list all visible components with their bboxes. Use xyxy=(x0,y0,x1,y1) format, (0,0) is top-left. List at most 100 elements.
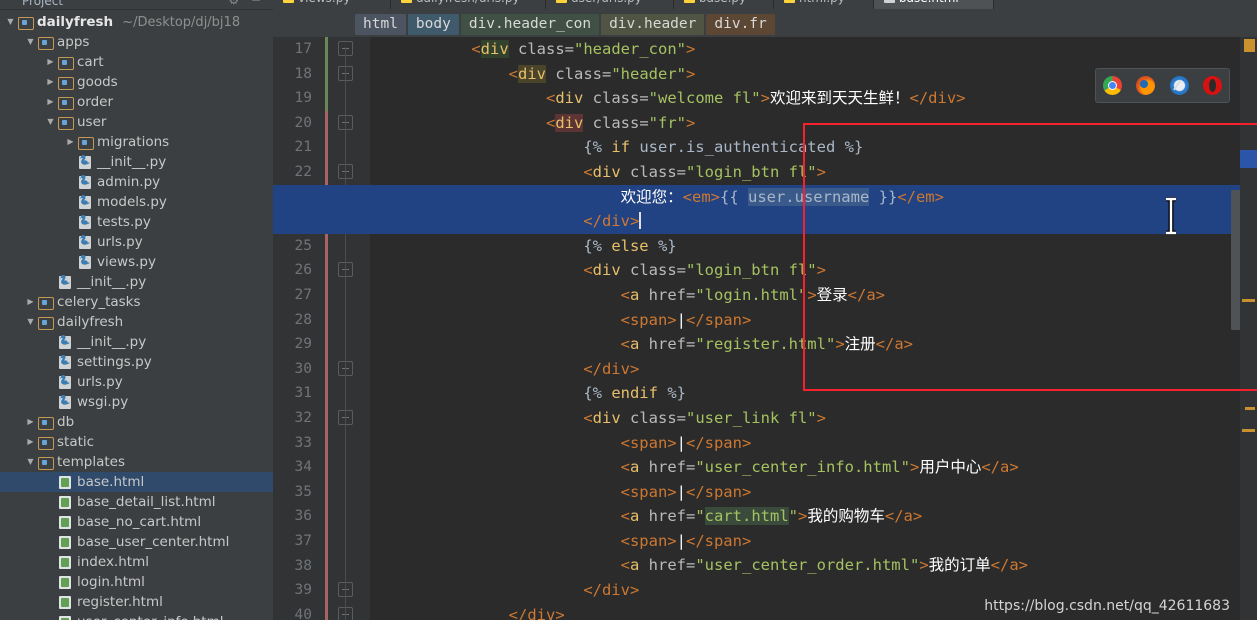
tree-item-cart[interactable]: ▶ cart xyxy=(0,52,273,72)
tree-item-wsgi-py[interactable]: wsgi.py xyxy=(0,392,273,412)
breadcrumb-item-body[interactable]: body xyxy=(407,14,459,35)
tree-item-celery-tasks[interactable]: ▶ celery_tasks xyxy=(0,292,273,312)
tree-item-order[interactable]: ▶ order xyxy=(0,92,273,112)
code-token: div xyxy=(555,113,584,132)
tree-item-dailyfresh[interactable]: ▼ dailyfresh xyxy=(0,312,273,332)
code-line-37[interactable]: <span>|</span> xyxy=(370,529,1257,554)
marker-gutter[interactable] xyxy=(1240,37,1257,620)
code-editor[interactable]: 1718192021222324252627282930313233343536… xyxy=(273,37,1257,620)
code-line-36[interactable]: <a href="cart.html">我的购物车</a> xyxy=(370,504,1257,529)
chevron-right-icon[interactable]: ▶ xyxy=(64,132,77,152)
chevron-down-icon[interactable]: ▼ xyxy=(24,312,37,332)
tree-item-admin-py[interactable]: admin.py xyxy=(0,172,273,192)
code-line-31[interactable]: {% endif %} xyxy=(370,381,1257,406)
breadcrumb[interactable]: html body div.header_con div.header div.fr xyxy=(273,10,1257,37)
tree-item-db[interactable]: ▶ db xyxy=(0,412,273,432)
tree-item-settings-py[interactable]: settings.py xyxy=(0,352,273,372)
chevron-right-icon[interactable]: ▶ xyxy=(24,292,37,312)
code-line-34[interactable]: <a href="user_center_info.html">用户中心</a> xyxy=(370,455,1257,480)
chevron-right-icon[interactable]: ▶ xyxy=(44,92,57,112)
tree-item-dailyfresh[interactable]: ▼ dailyfresh ~/Desktop/dj/bj18 xyxy=(0,12,273,32)
project-panel-toolbar-icons[interactable]: ⚙ − xyxy=(228,0,265,7)
tree-item-base-html[interactable]: base.html xyxy=(0,472,273,492)
chevron-right-icon[interactable]: ▶ xyxy=(44,52,57,72)
editor-tab-label: base.py xyxy=(699,0,746,5)
tree-item--init-py[interactable]: __init__.py xyxy=(0,332,273,352)
tree-item-templates[interactable]: ▼ templates xyxy=(0,452,273,472)
tree-item-label: base.html xyxy=(77,474,145,490)
chrome-icon[interactable] xyxy=(1103,76,1123,95)
chevron-down-icon[interactable]: ▼ xyxy=(24,32,37,52)
breadcrumb-item-div-header[interactable]: div.header xyxy=(601,14,705,35)
code-line-17[interactable]: <div class="header_con"> xyxy=(370,37,1257,62)
tree-item-urls-py[interactable]: urls.py xyxy=(0,232,273,252)
chevron-right-icon[interactable]: ▶ xyxy=(24,412,37,432)
code-line-26[interactable]: <div class="login_btn fl"> xyxy=(370,258,1257,283)
editor-tab-strip[interactable]: views.py dailyfresh/urls.py user/urls.py ba… xyxy=(273,0,1257,10)
code-line-33[interactable]: <span>|</span> xyxy=(370,431,1257,456)
breadcrumb-item-html[interactable]: html xyxy=(355,14,406,35)
editor-tab-label: dailyfresh/urls.py xyxy=(416,0,520,5)
safari-icon[interactable] xyxy=(1169,76,1189,95)
chevron-down-icon[interactable]: ▼ xyxy=(24,452,37,472)
tree-item-base-user-center-html[interactable]: base_user_center.html xyxy=(0,532,273,552)
code-line-35[interactable]: <span>|</span> xyxy=(370,480,1257,505)
tree-item-user[interactable]: ▼ user xyxy=(0,112,273,132)
chevron-right-icon[interactable]: ▶ xyxy=(24,432,37,452)
tree-item--init-py[interactable]: __init__.py xyxy=(0,272,273,292)
tree-item-register-html[interactable]: register.html xyxy=(0,592,273,612)
code-line-20[interactable]: <div class="fr"> xyxy=(370,111,1257,136)
browser-launch-bar[interactable] xyxy=(1095,68,1230,103)
code-line-24[interactable]: </div> xyxy=(273,209,1257,234)
project-file-tree[interactable]: ▼ dailyfresh ~/Desktop/dj/bj18 ▼ apps ▶ cart ▶ g… xyxy=(0,10,273,620)
line-number-gutter[interactable]: 1718192021222324252627282930313233343536… xyxy=(273,37,370,620)
tree-item-urls-py[interactable]: urls.py xyxy=(0,372,273,392)
code-line-27[interactable]: <a href="login.html">登录</a> xyxy=(370,283,1257,308)
firefox-icon[interactable] xyxy=(1136,76,1156,95)
editor-tab-user-urls-py[interactable]: user/urls.py xyxy=(546,0,674,9)
tree-item-login-html[interactable]: login.html xyxy=(0,572,273,592)
code-line-21[interactable]: {% if user.is_authenticated %} xyxy=(370,135,1257,160)
editor-tab-html-py[interactable]: html.py xyxy=(774,0,874,9)
code-line-22[interactable]: <div class="login_btn fl"> xyxy=(370,160,1257,185)
editor-tab-base-py[interactable]: base.py xyxy=(674,0,774,9)
code-line-38[interactable]: <a href="user_center_order.html">我的订单</a… xyxy=(370,553,1257,578)
opera-icon[interactable] xyxy=(1202,76,1222,95)
tree-item-index-html[interactable]: index.html xyxy=(0,552,273,572)
vertical-scrollbar-thumb[interactable] xyxy=(1231,190,1240,330)
code-folding-column[interactable] xyxy=(334,37,358,620)
code-line-28[interactable]: <span>|</span> xyxy=(370,308,1257,333)
tree-item-base-detail-list-html[interactable]: base_detail_list.html xyxy=(0,492,273,512)
breadcrumb-item-div-header-con[interactable]: div.header_con xyxy=(460,14,600,35)
vcs-change-marker xyxy=(325,233,328,259)
code-line-23[interactable]: 欢迎您：<em>{{ user.username }}</em> xyxy=(273,184,1257,210)
editor-tab-dailyfresh-urls-py[interactable]: dailyfresh/urls.py xyxy=(391,0,546,9)
tree-item-apps[interactable]: ▼ apps xyxy=(0,32,273,52)
editor-tab-base-html[interactable]: base.html xyxy=(874,0,994,9)
editor-tab-views-py[interactable]: views.py xyxy=(273,0,391,9)
tree-item-goods[interactable]: ▶ goods xyxy=(0,72,273,92)
chevron-down-icon[interactable]: ▼ xyxy=(44,112,57,132)
tree-item-tests-py[interactable]: tests.py xyxy=(0,212,273,232)
chevron-right-icon[interactable]: ▶ xyxy=(44,72,57,92)
tree-item-views-py[interactable]: views.py xyxy=(0,252,273,272)
code-token: </em> xyxy=(897,187,944,206)
code-line-29[interactable]: <a href="register.html">注册</a> xyxy=(370,332,1257,357)
code-token: class= xyxy=(620,261,686,280)
tree-item-models-py[interactable]: models.py xyxy=(0,192,273,212)
code-line-25[interactable]: {% else %} xyxy=(370,234,1257,259)
tree-item-migrations[interactable]: ▶ migrations xyxy=(0,132,273,152)
breadcrumb-item-div-fr[interactable]: div.fr xyxy=(706,14,775,35)
tree-item-static[interactable]: ▶ static xyxy=(0,432,273,452)
line-number: 19 xyxy=(294,90,312,107)
tree-item-user-center-info-html[interactable]: user_center_info.html xyxy=(0,612,273,620)
code-text[interactable]: <div class="header_con"> <div class="hea… xyxy=(273,37,1257,620)
tree-item-base-no-cart-html[interactable]: base_no_cart.html xyxy=(0,512,273,532)
code-line-32[interactable]: <div class="user_link fl"> xyxy=(370,406,1257,431)
tree-item--init-py[interactable]: __init__.py xyxy=(0,152,273,172)
chevron-down-icon[interactable]: ▼ xyxy=(4,12,17,32)
code-line-30[interactable]: </div> xyxy=(370,357,1257,382)
